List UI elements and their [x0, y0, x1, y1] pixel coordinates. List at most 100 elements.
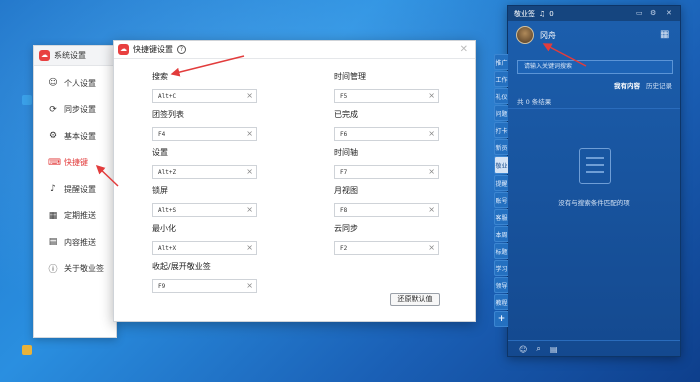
nav-item-reminder[interactable]: ♪ 提醒设置	[34, 176, 116, 203]
clear-icon[interactable]: ×	[246, 205, 253, 214]
vertical-tab[interactable]: 工作	[494, 71, 508, 87]
shortcut-input[interactable]: Alt+S ×	[152, 203, 257, 217]
clear-icon[interactable]: ×	[246, 91, 253, 100]
settings-titlebar: ☁ 系统设置	[34, 46, 116, 66]
shortcut-value: F4	[158, 130, 166, 138]
shortcut-field-team-list: 团签列表 F4 ×	[152, 109, 257, 141]
clear-icon[interactable]: ×	[246, 281, 253, 290]
panel-title: 敬业签	[514, 9, 535, 18]
shortcut-value: Alt+S	[158, 206, 177, 214]
dialog-body: 搜索 Alt+C × 时间管理 F5 × 团签列表 F4 × 已完成 F6 ×	[114, 60, 477, 322]
shortcut-value: F6	[340, 130, 348, 138]
clear-icon[interactable]: ×	[428, 129, 435, 138]
result-count: 共 0 条结果	[517, 98, 552, 106]
vertical-tab[interactable]: 推广	[494, 54, 508, 70]
nav-item-basic[interactable]: ⚙ 基本设置	[34, 123, 116, 150]
shortcut-value: F2	[340, 244, 348, 252]
shortcut-input[interactable]: F6 ×	[334, 127, 439, 141]
empty-icon-line	[586, 164, 604, 166]
vertical-tab[interactable]: 礼仪	[494, 88, 508, 104]
vertical-tab[interactable]: 新员	[494, 139, 508, 155]
panel-footer: ☺ ⌕ ▤	[508, 340, 680, 357]
shortcut-input[interactable]: F8 ×	[334, 203, 439, 217]
close-icon[interactable]: ✕	[666, 9, 672, 17]
dialog-titlebar: ☁ 快捷键设置 ?	[114, 41, 475, 59]
nav-item-label: 提醒设置	[64, 184, 96, 194]
nav-item-label: 定期推送	[64, 211, 96, 221]
shortcut-input[interactable]: F7 ×	[334, 165, 439, 179]
bell-icon[interactable]: ♫	[539, 10, 545, 18]
note-icon[interactable]: ▤	[550, 345, 558, 354]
nav-item-shortcuts[interactable]: ⌨ 快捷键	[34, 150, 116, 177]
nav-item-label: 关于敬业签	[64, 264, 104, 274]
shortcut-input[interactable]: F9 ×	[152, 279, 257, 293]
nav-item-scheduled-push[interactable]: ▦ 定期推送	[34, 203, 116, 230]
help-icon[interactable]: ?	[177, 45, 186, 54]
shortcut-field-timeline: 时间轴 F7 ×	[334, 147, 439, 179]
tab-my-content[interactable]: 我有内容	[614, 80, 640, 90]
desktop-shortcut-icon[interactable]	[22, 95, 32, 105]
search-icon[interactable]: ⌕	[536, 344, 540, 354]
nav-item-about[interactable]: ⓘ 关于敬业签	[34, 256, 116, 283]
push-icon: ▤	[48, 237, 58, 248]
vertical-tab[interactable]: 提醒	[494, 175, 508, 191]
settings-nav: ☺ 个人设置 ⟳ 同步设置 ⚙ 基本设置 ⌨ 快捷键 ♪ 提醒设置 ▦ 定期推送…	[34, 66, 116, 282]
collapse-icon[interactable]: ▭	[636, 9, 643, 17]
shortcut-field-settings: 设置 Alt+Z ×	[152, 147, 257, 179]
vertical-tab[interactable]: 教程	[494, 294, 508, 310]
vertical-tab[interactable]: 问题	[494, 105, 508, 121]
close-icon[interactable]: ✕	[460, 44, 468, 55]
calendar-icon[interactable]: ▦	[660, 29, 669, 40]
field-label: 已完成	[334, 110, 358, 119]
vertical-tab[interactable]: 学习	[494, 260, 508, 276]
clear-icon[interactable]: ×	[246, 167, 253, 176]
vertical-tab[interactable]: 账号	[494, 192, 508, 208]
user-row[interactable]: 冈舟	[516, 26, 556, 44]
shortcut-input[interactable]: Alt+Z ×	[152, 165, 257, 179]
nav-item-label: 同步设置	[64, 105, 96, 115]
nav-item-content-push[interactable]: ▤ 内容推送	[34, 229, 116, 256]
vertical-tab-strip: 推广 工作 礼仪 问题 打卡 新员 敬业 提醒 账号 客服 本周 标题 学习 领…	[494, 54, 508, 328]
shortcut-dialog: ☁ 快捷键设置 ? ✕ 搜索 Alt+C × 时间管理 F5 × 团签列表 F4…	[113, 40, 476, 322]
shortcut-input[interactable]: F4 ×	[152, 127, 257, 141]
field-label: 时间管理	[334, 72, 366, 81]
add-tab-button[interactable]: +	[494, 311, 508, 327]
desktop-shortcut-icon[interactable]	[22, 345, 32, 355]
shortcut-input[interactable]: F5 ×	[334, 89, 439, 103]
empty-icon-line	[586, 171, 604, 173]
shortcut-input[interactable]: Alt+X ×	[152, 241, 257, 255]
nav-item-sync[interactable]: ⟳ 同步设置	[34, 97, 116, 124]
shortcut-value: Alt+C	[158, 92, 177, 100]
shortcut-value: F8	[340, 206, 348, 214]
reset-defaults-button[interactable]: 还原默认值	[390, 293, 440, 306]
clear-icon[interactable]: ×	[246, 129, 253, 138]
vertical-tab-active[interactable]: 敬业	[494, 156, 508, 174]
tab-history[interactable]: 历史记录	[646, 80, 672, 90]
vertical-tab[interactable]: 领导	[494, 277, 508, 293]
contacts-icon[interactable]: ☺	[519, 345, 527, 354]
clear-icon[interactable]: ×	[428, 205, 435, 214]
shortcut-input[interactable]: F2 ×	[334, 241, 439, 255]
shortcut-field-cloud-sync: 云同步 F2 ×	[334, 223, 439, 255]
avatar[interactable]	[516, 26, 534, 44]
shortcut-input[interactable]: Alt+C ×	[152, 89, 257, 103]
clear-icon[interactable]: ×	[246, 243, 253, 252]
field-label: 月视图	[334, 186, 358, 195]
shortcut-field-minimize: 最小化 Alt+X ×	[152, 223, 257, 255]
gear-icon[interactable]: ⚙	[650, 9, 656, 17]
vertical-tab[interactable]: 打卡	[494, 122, 508, 138]
field-label: 时间轴	[334, 148, 358, 157]
shortcut-value: F7	[340, 168, 348, 176]
vertical-tab[interactable]: 客服	[494, 209, 508, 225]
info-icon: ⓘ	[48, 265, 58, 276]
clear-icon[interactable]: ×	[428, 243, 435, 252]
nav-item-personal[interactable]: ☺ 个人设置	[34, 70, 116, 97]
nav-item-label: 内容推送	[64, 237, 96, 247]
clear-icon[interactable]: ×	[428, 167, 435, 176]
search-input[interactable]: 请输入关键词搜索	[517, 60, 673, 74]
vertical-tab[interactable]: 标题	[494, 243, 508, 259]
vertical-tab[interactable]: 本周	[494, 226, 508, 242]
shortcut-field-toggle-app: 收起/展开敬业签 F9 ×	[152, 261, 257, 293]
settings-title: 系统设置	[54, 51, 86, 60]
clear-icon[interactable]: ×	[428, 91, 435, 100]
